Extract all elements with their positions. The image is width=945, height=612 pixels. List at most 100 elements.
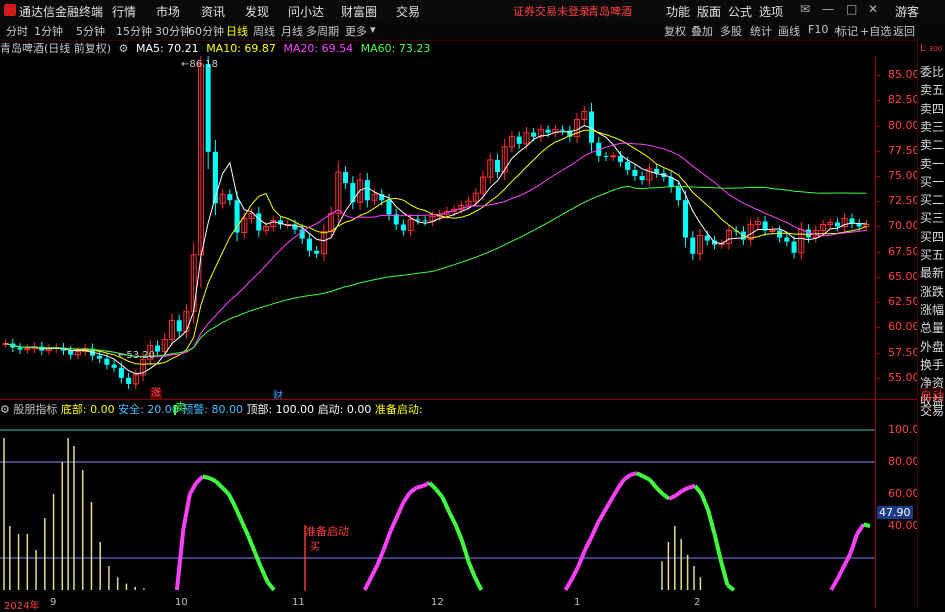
candle-body [227,194,233,201]
btn-tongji[interactable]: 统计 [750,23,772,39]
oscillator-segment [382,530,393,550]
candle-body [306,238,312,251]
candle-body [769,230,776,233]
oscillator-segment [233,505,244,523]
btn-back[interactable]: 返回 [893,23,915,39]
side-item-1[interactable]: 卖五 [920,83,945,97]
oscillator-segment [395,501,406,518]
btn-diejia[interactable]: 叠加 [691,23,713,39]
oscillator-segment [563,577,574,592]
menu-xuanxiang[interactable]: 选项 [759,3,783,20]
tab-more[interactable]: 更多 [345,23,367,39]
side-item-10[interactable]: 买五 [920,248,945,262]
menu-gongshi[interactable]: 公式 [728,3,752,20]
oscillator-segment [609,488,620,502]
side-item-2[interactable]: 卖四 [920,102,945,116]
oscillator-segment [848,533,859,554]
chart-settings-icon[interactable]: ⚙ [119,42,129,55]
main-chart-header: 青岛啤酒(日线 前复权) ⚙ MA5: 70.21 MA10: 69.87 MA… [0,40,434,56]
side-item-12[interactable]: 涨跌 [920,285,945,299]
oscillator-segment [362,576,374,591]
tab-5min[interactable]: 5分钟 [76,23,105,39]
tab-60min[interactable]: 60分钟 [188,23,224,39]
candle-body [531,132,537,137]
oscillator-segment [369,563,380,579]
oscillator-segment [266,580,276,592]
oscillator-segment [440,496,451,513]
menu-zixun[interactable]: 资讯 [201,3,225,20]
menu-wenxiaoda[interactable]: 问小达 [288,3,324,20]
side-item-7[interactable]: 买二 [920,193,945,207]
user-guest[interactable]: 游客 [895,3,919,20]
tab-fenshi[interactable]: 分时 [6,23,28,39]
oscillator-segment [416,484,424,490]
side-trade[interactable]: 交易 [920,404,945,418]
side-item-4[interactable]: 卖二 [920,138,945,152]
oscillator-segment [602,499,613,513]
btn-f10[interactable]: F10 [808,23,828,36]
menu-faxian[interactable]: 发现 [245,3,269,20]
side-item-11[interactable]: 最新 [920,266,945,280]
ma-line-ma60 [5,185,867,358]
menu-hangqing[interactable]: 行情 [112,3,136,20]
tab-30min[interactable]: 30分钟 [155,23,191,39]
tab-weekly[interactable]: 周线 [253,23,275,39]
side-item-9[interactable]: 买四 [920,230,945,244]
tab-1min[interactable]: 1分钟 [34,23,63,39]
oscillator-segment [706,509,717,535]
btn-add-watchlist[interactable]: +自选 [860,23,891,39]
side-item-13[interactable]: 涨幅 [920,303,945,317]
candle-body [176,320,182,332]
maximize-icon[interactable]: □ [846,2,857,16]
side-auto[interactable]: 自动 [920,388,945,403]
indicator-tick-label: 60.00 [888,487,920,500]
ma-line-ma10 [5,129,867,365]
price-tick-label: 85.00 [888,68,920,82]
mail-icon[interactable]: ✉ [800,2,810,16]
oscillator-segment [214,479,224,490]
oscillator-segment [194,474,205,485]
menu-shichang[interactable]: 市场 [156,3,180,20]
minimize-icon[interactable]: — [822,2,834,16]
btn-fuquan[interactable]: 复权 [664,23,686,39]
side-item-3[interactable]: 卖三 [920,120,945,134]
oscillator-segment [208,476,217,483]
candle-body [126,377,132,384]
candle-body [111,364,117,368]
side-item-5[interactable]: 卖一 [920,157,945,171]
price-chart[interactable] [0,56,875,400]
side-item-16[interactable]: 换手 [920,358,945,372]
close-icon[interactable]: ✕ [868,2,878,16]
btn-duogu[interactable]: 多股 [720,23,742,39]
oscillator-segment [855,523,866,536]
btn-biaoji[interactable]: 标记 [836,23,858,39]
more-dropdown-icon[interactable]: ▾ [370,23,376,36]
candle-body [350,183,356,203]
menu-jiaoyi[interactable]: 交易 [396,3,420,20]
candle-body [234,200,240,233]
price-tick-mark [876,352,880,354]
side-item-15[interactable]: 外盘 [920,340,945,354]
menu-banmian[interactable]: 版面 [697,3,721,20]
side-item-8[interactable]: 买三 [920,211,945,225]
oscillator-segment [447,510,458,526]
tab-monthly[interactable]: 月线 [281,23,303,39]
price-tick-mark [876,251,880,253]
indicator-chart[interactable] [0,405,875,597]
oscillator-segment [863,522,871,528]
tab-15min[interactable]: 15分钟 [116,23,152,39]
side-item-14[interactable]: 总量 [920,321,945,335]
candle-body [205,64,211,152]
oscillator-segment [835,565,846,580]
login-warning[interactable]: 证券交易未登录 [513,3,590,19]
menu-gongneng[interactable]: 功能 [666,3,690,20]
price-tick-mark [876,226,880,228]
side-item-0[interactable]: 委比 [920,65,945,79]
btn-huaxian[interactable]: 画线 [778,23,800,39]
tab-daily[interactable]: 日线 [226,23,248,39]
tab-multi-period[interactable]: 多周期 [306,23,339,39]
menu-caifuquan[interactable]: 财富圈 [341,3,377,20]
oscillator-segment [589,521,600,539]
side-item-6[interactable]: 买一 [920,175,945,189]
candle-body [654,168,660,174]
